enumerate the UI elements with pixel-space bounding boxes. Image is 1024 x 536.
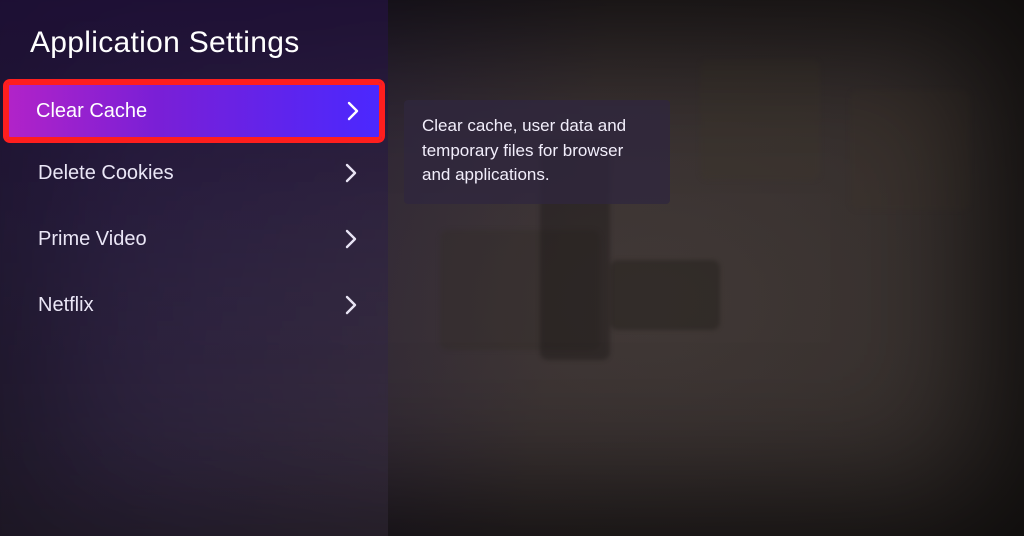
menu-item-label: Netflix [38, 294, 94, 317]
menu-item-prime-video[interactable]: Prime Video [8, 210, 380, 268]
chevron-right-icon [346, 99, 360, 123]
chevron-right-icon [344, 293, 358, 317]
menu-item-clear-cache[interactable]: Clear Cache [6, 82, 382, 140]
menu-item-delete-cookies[interactable]: Delete Cookies [8, 144, 380, 202]
menu-item-label: Clear Cache [36, 100, 147, 123]
chevron-right-icon [344, 227, 358, 251]
page-title: Application Settings [0, 0, 388, 82]
menu-item-netflix[interactable]: Netflix [8, 276, 380, 334]
selection-description: Clear cache, user data and temporary fil… [404, 100, 670, 204]
settings-sidebar: Application Settings Clear Cache Delete … [0, 0, 388, 536]
settings-menu: Clear Cache Delete Cookies Prime Video N… [0, 82, 388, 338]
menu-item-label: Delete Cookies [38, 162, 174, 185]
chevron-right-icon [344, 161, 358, 185]
description-text: Clear cache, user data and temporary fil… [422, 116, 626, 184]
menu-item-label: Prime Video [38, 228, 147, 251]
